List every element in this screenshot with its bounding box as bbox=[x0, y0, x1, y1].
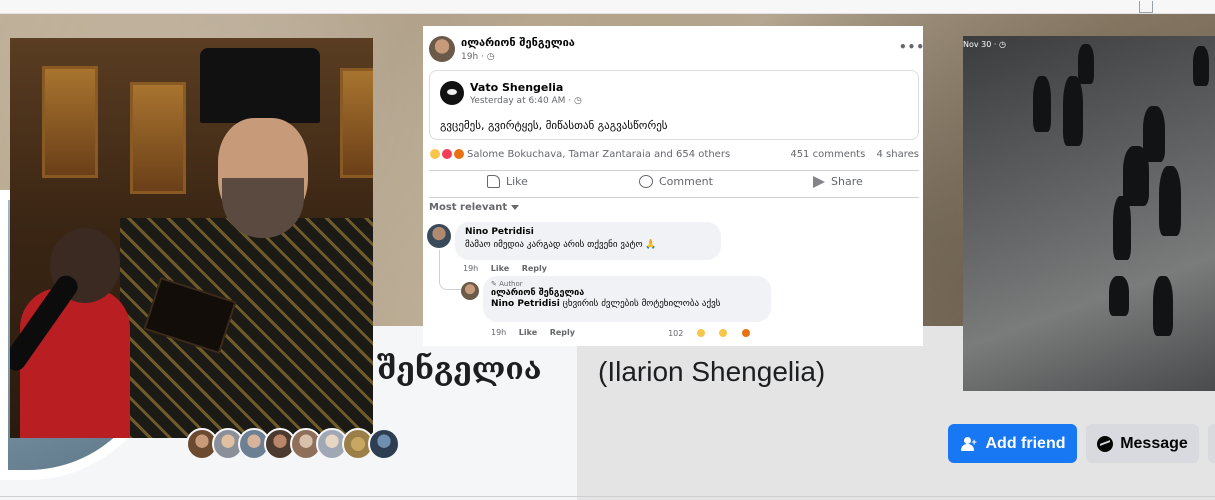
religious-icon-painting bbox=[130, 82, 186, 194]
reply-actions: 19h Like Reply 102 bbox=[491, 328, 771, 338]
message-label: Message bbox=[1120, 434, 1188, 452]
angry-reaction-icon bbox=[453, 148, 466, 160]
author-badge: ✎ Author bbox=[491, 280, 523, 288]
author-avatar[interactable] bbox=[429, 36, 455, 62]
comment-text: მამაო იმედია კარგად არის თქვენი ვატო 🙏 bbox=[465, 240, 657, 250]
video-timestamp: Nov 30 · ◷ bbox=[963, 40, 1006, 49]
shared-author-avatar[interactable] bbox=[440, 81, 464, 105]
like-label: Like bbox=[506, 175, 528, 188]
reactions-summary: Salome Bokuchava, Tamar Zantaraia and 65… bbox=[429, 148, 919, 164]
commenter-avatar[interactable] bbox=[427, 224, 451, 248]
shared-author-name[interactable]: Vato Shengelia bbox=[470, 81, 563, 94]
reply-reply-button[interactable]: Reply bbox=[550, 328, 575, 337]
shared-post-text: გვცემეს, გვირტყეს, მიწასთან გაგვასწორეს bbox=[440, 119, 668, 132]
religious-icon-painting bbox=[340, 68, 373, 178]
reply-reaction-count: 102 bbox=[668, 328, 684, 338]
person-figure bbox=[1113, 196, 1131, 260]
video-screenshot: Nov 30 · ◷ bbox=[963, 36, 1215, 391]
priest-photo bbox=[10, 38, 373, 438]
reaction-names[interactable]: Salome Bokuchava, Tamar Zantaraia and 65… bbox=[467, 149, 730, 160]
post-action-bar: Like Comment Share bbox=[429, 170, 919, 198]
add-friend-label: Add friend bbox=[985, 434, 1066, 452]
share-label: Share bbox=[831, 175, 863, 188]
friend-avatar[interactable] bbox=[368, 428, 400, 460]
comment-button[interactable]: Comment bbox=[639, 175, 713, 188]
more-button[interactable] bbox=[1208, 424, 1215, 463]
comment-actions: 19h Like Reply bbox=[463, 264, 557, 273]
reply-author-name[interactable]: ილარიონ შენგელია bbox=[491, 288, 763, 298]
post-author-name[interactable]: ილარიონ შენგელია bbox=[461, 36, 575, 49]
kamilavka-hat bbox=[200, 48, 320, 123]
mention-link[interactable]: Nino Petridisi bbox=[491, 299, 560, 309]
divider bbox=[0, 496, 1215, 497]
person-figure bbox=[1159, 166, 1181, 236]
tray-icon[interactable] bbox=[1139, 1, 1153, 13]
love-reaction-icon bbox=[441, 148, 454, 160]
add-person-icon: + bbox=[960, 436, 978, 451]
reply-thread-line bbox=[439, 250, 461, 290]
comment-label: Comment bbox=[659, 175, 713, 188]
mutual-friends-avatars[interactable] bbox=[186, 428, 400, 460]
comment-like-button[interactable]: Like bbox=[491, 264, 509, 273]
like-button[interactable]: Like bbox=[487, 175, 528, 188]
comment-bubble-icon bbox=[639, 175, 653, 188]
sad-reaction-icon bbox=[429, 148, 441, 160]
engagement-counts: 451 comments 4 shares bbox=[782, 149, 919, 160]
post-more-options-icon[interactable]: ••• bbox=[899, 40, 925, 54]
chevron-down-icon bbox=[511, 204, 520, 210]
share-arrow-icon bbox=[813, 175, 825, 188]
comment-time[interactable]: 19h bbox=[463, 264, 478, 273]
person-figure bbox=[1078, 44, 1094, 84]
sad-reaction-icon bbox=[695, 328, 706, 338]
profile-name-english: (Ilarion Shengelia) bbox=[598, 356, 826, 387]
share-button[interactable]: Share bbox=[813, 175, 863, 188]
comments-count[interactable]: 451 comments bbox=[790, 149, 865, 160]
reply-bubble: ✎ Author ილარიონ შენგელია Nino Petridisi… bbox=[483, 276, 771, 322]
angry-reaction-icon bbox=[741, 328, 751, 338]
reply-author-avatar[interactable] bbox=[461, 282, 479, 300]
person-figure bbox=[1063, 76, 1083, 146]
reply-text: Nino Petridisi ცხვირის ძვლების მოტეხილობ… bbox=[491, 299, 763, 309]
commenter-name[interactable]: Nino Petridisi bbox=[465, 227, 711, 237]
post-timestamp[interactable]: 19h · ◷ bbox=[461, 52, 495, 62]
wow-reaction-icon bbox=[718, 328, 729, 338]
thumbs-up-icon bbox=[487, 175, 500, 188]
comment-reply-button[interactable]: Reply bbox=[522, 264, 547, 273]
reply-body: ცხვირის ძვლების მოტეხილობა აქვს bbox=[562, 299, 721, 309]
person-figure bbox=[1193, 46, 1209, 86]
message-button[interactable]: Message bbox=[1086, 424, 1199, 463]
comment-bubble: Nino Petridisi მამაო იმედია კარგად არის … bbox=[455, 222, 721, 260]
profile-name-georgian: შენგელია bbox=[377, 352, 542, 387]
sort-label: Most relevant bbox=[429, 202, 508, 213]
browser-top-bar bbox=[0, 0, 1215, 14]
add-friend-button[interactable]: + Add friend bbox=[948, 424, 1077, 463]
shared-post-card[interactable]: Vato Shengelia Yesterday at 6:40 AM · ◷ … bbox=[429, 70, 919, 140]
comment-sort-dropdown[interactable]: Most relevant bbox=[429, 202, 520, 213]
facebook-post-screenshot: ილარიონ შენგელია 19h · ◷ ••• Vato Shenge… bbox=[423, 26, 925, 346]
shared-timestamp[interactable]: Yesterday at 6:40 AM · ◷ bbox=[470, 96, 582, 106]
religious-icon-painting bbox=[42, 66, 98, 178]
person-figure bbox=[1123, 146, 1149, 206]
person-figure bbox=[1109, 276, 1129, 316]
person-figure bbox=[1153, 276, 1173, 336]
messenger-icon bbox=[1097, 435, 1114, 452]
reaction-emojis[interactable] bbox=[429, 148, 466, 160]
reply-reactions[interactable]: 102 bbox=[668, 328, 761, 338]
person-figure bbox=[1033, 76, 1051, 132]
reply-like-button[interactable]: Like bbox=[519, 328, 537, 337]
shares-count[interactable]: 4 shares bbox=[877, 149, 919, 160]
reply-time[interactable]: 19h bbox=[491, 328, 506, 337]
